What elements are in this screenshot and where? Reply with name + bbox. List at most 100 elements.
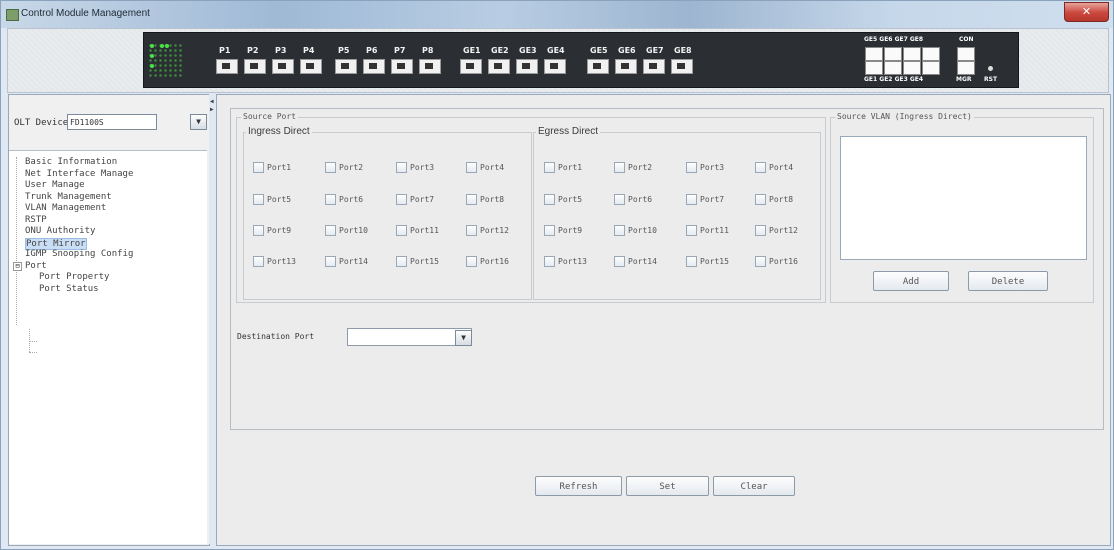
chevron-down-icon[interactable]: ▼ — [190, 114, 207, 130]
checkbox-icon[interactable] — [466, 256, 477, 267]
ingress-port-checkbox[interactable]: Port13 — [253, 256, 296, 267]
checkbox-icon[interactable] — [755, 162, 766, 173]
title-bar: Control Module Management ✕ — [1, 1, 1113, 28]
checkbox-icon[interactable] — [544, 225, 555, 236]
ingress-port-checkbox[interactable]: Port12 — [466, 225, 509, 236]
checkbox-icon[interactable] — [614, 225, 625, 236]
checkbox-icon[interactable] — [686, 162, 697, 173]
checkbox-icon[interactable] — [253, 256, 264, 267]
tree-item[interactable]: Port — [25, 261, 47, 271]
checkbox-icon[interactable] — [396, 256, 407, 267]
tree-item[interactable]: VLAN Management — [25, 203, 106, 213]
checkbox-icon[interactable] — [466, 194, 477, 205]
source-vlan-list[interactable] — [840, 136, 1087, 260]
checkbox-icon[interactable] — [325, 256, 336, 267]
checkbox-icon[interactable] — [396, 225, 407, 236]
egress-port-checkbox[interactable]: Port8 — [755, 194, 793, 205]
close-button[interactable]: ✕ — [1064, 2, 1109, 22]
ingress-port-checkbox[interactable]: Port7 — [396, 194, 434, 205]
egress-port-checkbox[interactable]: Port6 — [614, 194, 652, 205]
checkbox-icon[interactable] — [396, 162, 407, 173]
pane-splitter[interactable]: ◀ ▶ — [209, 94, 215, 544]
checkbox-icon[interactable] — [325, 225, 336, 236]
reset-button — [988, 66, 993, 71]
ingress-port-checkbox[interactable]: Port9 — [253, 225, 291, 236]
add-vlan-button[interactable]: Add — [873, 271, 949, 291]
checkbox-icon[interactable] — [686, 194, 697, 205]
checkbox-icon[interactable] — [686, 225, 697, 236]
checkbox-icon[interactable] — [614, 256, 625, 267]
olt-device-select[interactable]: FD1100S — [67, 114, 157, 130]
ingress-port-checkbox[interactable]: Port10 — [325, 225, 368, 236]
checkbox-icon[interactable] — [253, 225, 264, 236]
checkbox-icon[interactable] — [755, 256, 766, 267]
egress-port-checkbox[interactable]: Port2 — [614, 162, 652, 173]
ethernet-port-icon — [300, 59, 322, 74]
checkbox-icon[interactable] — [614, 162, 625, 173]
checkbox-icon[interactable] — [253, 162, 264, 173]
checkbox-icon[interactable] — [544, 256, 555, 267]
egress-port-checkbox[interactable]: Port16 — [755, 256, 798, 267]
ethernet-port-icon — [488, 59, 510, 74]
egress-port-checkbox[interactable]: Port3 — [686, 162, 724, 173]
egress-port-checkbox[interactable]: Port1 — [544, 162, 582, 173]
checkbox-icon[interactable] — [544, 194, 555, 205]
checkbox-label: Port14 — [628, 257, 657, 266]
tree-item[interactable]: RSTP — [25, 215, 47, 225]
tree-item[interactable]: Trunk Management — [25, 192, 112, 202]
tree-item[interactable]: Port Mirror — [25, 237, 87, 250]
checkbox-icon[interactable] — [253, 194, 264, 205]
refresh-button[interactable]: Refresh — [535, 476, 622, 496]
rst-label: RST — [984, 76, 998, 83]
egress-port-checkbox[interactable]: Port9 — [544, 225, 582, 236]
clear-button[interactable]: Clear — [713, 476, 795, 496]
ingress-port-checkbox[interactable]: Port4 — [466, 162, 504, 173]
ingress-port-checkbox[interactable]: Port11 — [396, 225, 439, 236]
ingress-port-checkbox[interactable]: Port2 — [325, 162, 363, 173]
tree-item[interactable]: Port Property — [39, 272, 109, 282]
checkbox-icon[interactable] — [466, 162, 477, 173]
checkbox-icon[interactable] — [755, 194, 766, 205]
set-button[interactable]: Set — [626, 476, 709, 496]
egress-port-checkbox[interactable]: Port4 — [755, 162, 793, 173]
egress-port-checkbox[interactable]: Port7 — [686, 194, 724, 205]
ingress-port-checkbox[interactable]: Port5 — [253, 194, 291, 205]
collapse-icon[interactable]: ⊟ — [13, 261, 22, 271]
egress-port-checkbox[interactable]: Port10 — [614, 225, 657, 236]
ingress-port-checkbox[interactable]: Port16 — [466, 256, 509, 267]
egress-port-checkbox[interactable]: Port14 — [614, 256, 657, 267]
tree-item[interactable]: IGMP Snooping Config — [25, 249, 133, 259]
egress-port-checkbox[interactable]: Port5 — [544, 194, 582, 205]
checkbox-icon[interactable] — [614, 194, 625, 205]
checkbox-icon[interactable] — [325, 194, 336, 205]
egress-port-checkbox[interactable]: Port13 — [544, 256, 587, 267]
tree-item[interactable]: Basic Information — [25, 157, 117, 167]
device-panel-bar: P1 P2 P3 P4 P5 P6 P7 P8 GE1 GE2 GE3 GE4 GE5 GE6 GE7 GE8… — [7, 28, 1109, 93]
egress-port-checkbox[interactable]: Port11 — [686, 225, 729, 236]
tree-item[interactable]: User Manage — [25, 180, 85, 190]
checkbox-label: Port5 — [267, 195, 292, 204]
checkbox-icon[interactable] — [686, 256, 697, 267]
ingress-port-checkbox[interactable]: Port6 — [325, 194, 363, 205]
checkbox-icon[interactable] — [755, 225, 766, 236]
checkbox-label: Port10 — [628, 226, 657, 235]
checkbox-label: Port3 — [410, 163, 435, 172]
checkbox-label: Port6 — [628, 195, 653, 204]
checkbox-icon[interactable] — [325, 162, 336, 173]
ingress-port-checkbox[interactable]: Port1 — [253, 162, 291, 173]
ingress-port-checkbox[interactable]: Port8 — [466, 194, 504, 205]
tree-item[interactable]: ONU Authority — [25, 226, 95, 236]
egress-port-checkbox[interactable]: Port15 — [686, 256, 729, 267]
checkbox-icon[interactable] — [396, 194, 407, 205]
checkbox-icon[interactable] — [544, 162, 555, 173]
ingress-port-checkbox[interactable]: Port3 — [396, 162, 434, 173]
tree-item[interactable]: Net Interface Manage — [25, 169, 133, 179]
tree-item[interactable]: Port Status — [39, 284, 99, 294]
ingress-port-checkbox[interactable]: Port15 — [396, 256, 439, 267]
ingress-port-checkbox[interactable]: Port14 — [325, 256, 368, 267]
chevron-down-icon[interactable]: ▼ — [455, 330, 472, 346]
checkbox-icon[interactable] — [466, 225, 477, 236]
delete-vlan-button[interactable]: Delete — [968, 271, 1048, 291]
egress-port-checkbox[interactable]: Port12 — [755, 225, 798, 236]
destination-port-select[interactable] — [347, 328, 472, 346]
